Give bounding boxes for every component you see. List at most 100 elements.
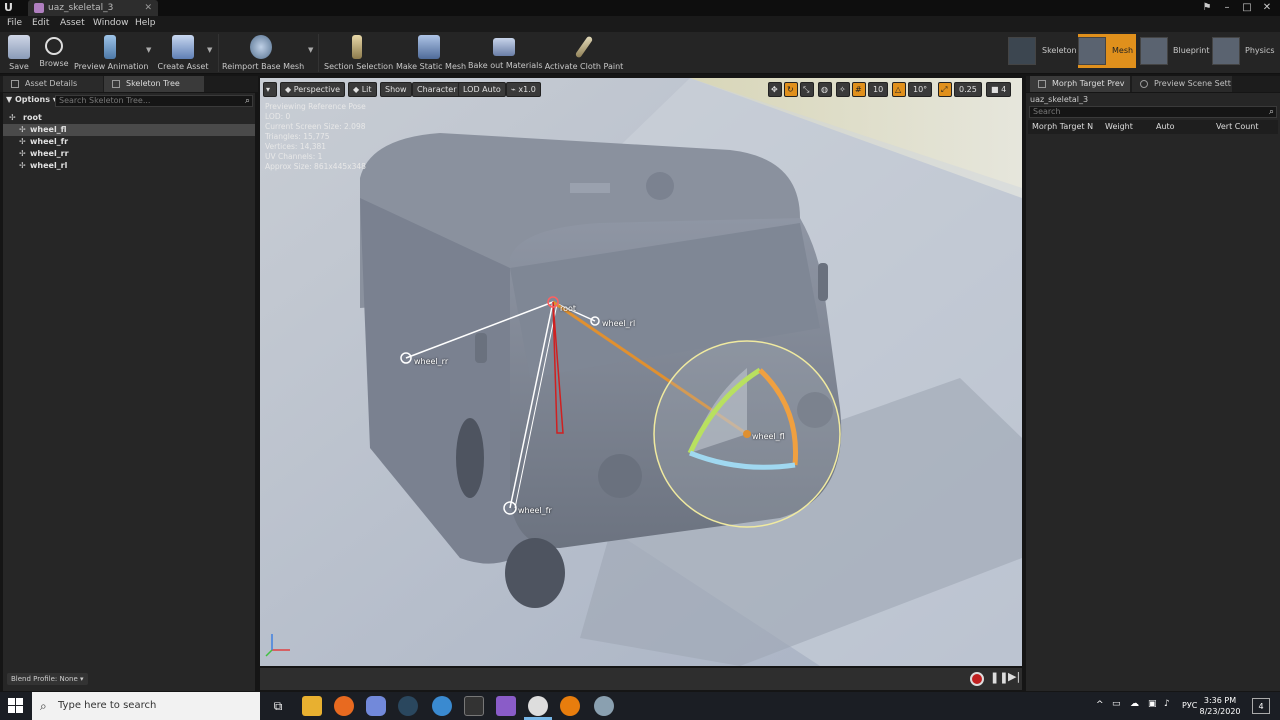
record-icon[interactable] bbox=[970, 672, 984, 686]
save-button[interactable]: Save bbox=[4, 32, 34, 74]
rotation-gizmo[interactable] bbox=[653, 340, 841, 528]
mode-mesh-button[interactable]: Mesh bbox=[1078, 34, 1136, 68]
options-button[interactable]: ▼ Options ▾ bbox=[6, 95, 57, 104]
mode-blueprint-button[interactable]: Blueprint bbox=[1140, 34, 1210, 68]
reimport-dropdown-icon[interactable]: ▼ bbox=[308, 46, 313, 54]
scale-snap-value[interactable]: 0.25 bbox=[954, 82, 982, 97]
menu-help[interactable]: Help bbox=[135, 18, 156, 28]
menu-window[interactable]: Window bbox=[93, 18, 129, 28]
skeleton-mode-icon bbox=[1008, 37, 1036, 65]
telegram-icon[interactable] bbox=[432, 696, 452, 716]
taskbar-search-input[interactable]: ⌕ Type here to search bbox=[32, 692, 260, 720]
bone-label-wheel-rl: wheel_rl bbox=[602, 319, 636, 328]
tab-skeleton-tree[interactable]: Skeleton Tree bbox=[104, 76, 204, 92]
character-button[interactable]: Character bbox=[412, 82, 462, 97]
scale-icon[interactable]: ⤡ bbox=[800, 82, 814, 97]
bone-item-wheel-fl[interactable]: ✢ wheel_fl bbox=[3, 124, 255, 136]
mode-physics-button[interactable]: Physics bbox=[1212, 34, 1278, 68]
step-forward-icon[interactable]: ▶| bbox=[1008, 670, 1020, 683]
toolbar-separator bbox=[218, 34, 219, 72]
grid-snap-value[interactable]: 10 bbox=[868, 82, 889, 97]
bake-out-materials-button[interactable]: Bake out Materials bbox=[468, 32, 543, 74]
network-icon[interactable]: ▭ bbox=[1112, 699, 1121, 709]
close-window-icon[interactable]: ✕ bbox=[1258, 0, 1276, 16]
translate-icon[interactable]: ✥ bbox=[768, 82, 782, 97]
blender-icon[interactable] bbox=[560, 696, 580, 716]
bone-icon: ✢ bbox=[19, 125, 26, 134]
column-auto[interactable]: Auto bbox=[1156, 120, 1175, 134]
toolbar-separator bbox=[318, 34, 319, 72]
morph-table-header: Morph Target N Weight Auto Vert Count bbox=[1028, 120, 1278, 134]
file-explorer-icon[interactable] bbox=[302, 696, 322, 716]
column-weight[interactable]: Weight bbox=[1105, 120, 1133, 134]
notification-center-icon[interactable]: 4 bbox=[1252, 698, 1270, 714]
tab-asset-details[interactable]: Asset Details bbox=[3, 76, 103, 92]
activate-cloth-paint-button[interactable]: Activate Cloth Paint bbox=[544, 32, 624, 74]
bone-item-root[interactable]: ✢ root bbox=[3, 112, 255, 124]
taskbar-clock[interactable]: 3:36 PM 8/23/2020 bbox=[1196, 695, 1244, 717]
minimize-icon[interactable]: – bbox=[1218, 0, 1236, 16]
rotation-snap-value[interactable]: 10° bbox=[908, 82, 933, 97]
lit-button[interactable]: ◆ Lit bbox=[348, 82, 377, 97]
tray-chevron-icon[interactable]: ^ bbox=[1096, 700, 1104, 710]
reimport-base-mesh-button[interactable]: Reimport Base Mesh bbox=[222, 32, 304, 74]
document-tab[interactable]: uaz_skeletal_3 ✕ bbox=[28, 0, 158, 16]
right-panel-tabs: Morph Target Prev Preview Scene Sett bbox=[1026, 76, 1280, 92]
volume-icon[interactable]: ♪ bbox=[1164, 699, 1170, 709]
create-asset-dropdown-icon[interactable]: ▼ bbox=[207, 46, 212, 54]
lod-button[interactable]: LOD Auto bbox=[458, 82, 506, 97]
surface-snap-icon[interactable]: ✧ bbox=[836, 82, 850, 97]
preview-animation-dropdown-icon[interactable]: ▼ bbox=[146, 46, 151, 54]
steam-icon[interactable] bbox=[398, 696, 418, 716]
notification-icon[interactable]: ⚑ bbox=[1198, 0, 1216, 16]
app-icon[interactable] bbox=[594, 696, 614, 716]
column-morph-target-name[interactable]: Morph Target N bbox=[1032, 120, 1093, 134]
create-asset-button[interactable]: Create Asset bbox=[156, 32, 210, 74]
camera-speed-button[interactable]: ■ 4 bbox=[986, 82, 1012, 97]
show-button[interactable]: Show bbox=[380, 82, 412, 97]
skeleton-search-input[interactable]: Search Skeleton Tree... ⌕ bbox=[55, 95, 253, 107]
morph-search-input[interactable]: Search ⌕ bbox=[1029, 106, 1277, 118]
bone-item-wheel-rr[interactable]: ✢ wheel_rr bbox=[3, 148, 255, 160]
maximize-icon[interactable]: □ bbox=[1238, 0, 1256, 16]
section-selection-button[interactable]: Section Selection bbox=[324, 32, 393, 74]
browse-button[interactable]: Browse bbox=[38, 32, 70, 74]
grid-snap-icon[interactable]: # bbox=[852, 82, 866, 97]
menu-edit[interactable]: Edit bbox=[32, 18, 49, 28]
task-view-icon[interactable]: ⧉ bbox=[268, 696, 288, 716]
bone-item-wheel-rl[interactable]: ✢ wheel_rl bbox=[3, 160, 255, 172]
menu-file[interactable]: File bbox=[7, 18, 22, 28]
unreal-engine-icon[interactable] bbox=[528, 696, 548, 716]
discord-icon[interactable] bbox=[366, 696, 386, 716]
preview-animation-button[interactable]: Preview Animation bbox=[74, 32, 148, 74]
close-tab-icon[interactable]: ✕ bbox=[144, 0, 152, 16]
tab-morph-target-preview[interactable]: Morph Target Prev bbox=[1030, 76, 1130, 92]
left-panel-tabs: Asset Details Skeleton Tree bbox=[0, 76, 258, 92]
perspective-button[interactable]: ◆ Perspective bbox=[280, 82, 346, 97]
tab-preview-scene-settings[interactable]: Preview Scene Sett bbox=[1132, 76, 1232, 92]
monitor-icon[interactable]: ▣ bbox=[1148, 699, 1157, 709]
column-vert-count[interactable]: Vert Count bbox=[1216, 120, 1259, 134]
make-static-mesh-button[interactable]: Make Static Mesh bbox=[396, 32, 466, 74]
scale-snap-icon[interactable]: ⤢ bbox=[938, 82, 952, 97]
world-local-icon[interactable]: ◍ bbox=[818, 82, 832, 97]
rotate-icon[interactable]: ↻ bbox=[784, 82, 798, 97]
visual-studio-icon[interactable] bbox=[496, 696, 516, 716]
menu-asset[interactable]: Asset bbox=[60, 18, 85, 28]
cloud-icon[interactable]: ☁ bbox=[1130, 699, 1139, 709]
mode-skeleton-button[interactable]: Skeleton bbox=[1008, 34, 1077, 68]
preview-viewport[interactable]: root wheel_rl wheel_rr wheel_fl wheel_fr… bbox=[260, 78, 1022, 666]
firefox-icon[interactable] bbox=[334, 696, 354, 716]
toolbar: Save Browse Preview Animation ▼ Create A… bbox=[0, 32, 1280, 74]
blend-profile-dropdown[interactable]: Blend Profile: None ▾ bbox=[7, 673, 88, 685]
language-indicator[interactable]: РУС bbox=[1182, 701, 1197, 710]
windows-start-icon[interactable] bbox=[8, 698, 24, 714]
bone-item-wheel-fr[interactable]: ✢ wheel_fr bbox=[3, 136, 255, 148]
viewport-options-button[interactable]: ▾ bbox=[263, 82, 277, 97]
menu-bar: File Edit Asset Window Help bbox=[0, 16, 1280, 32]
mesh-name: uaz_skeletal_3 bbox=[1030, 95, 1089, 104]
pause-icon[interactable]: ❚❚ bbox=[990, 671, 1008, 684]
playback-speed-button[interactable]: ⌁ x1.0 bbox=[506, 82, 541, 97]
rotation-snap-icon[interactable]: △ bbox=[892, 82, 906, 97]
epic-games-icon[interactable] bbox=[464, 696, 484, 716]
